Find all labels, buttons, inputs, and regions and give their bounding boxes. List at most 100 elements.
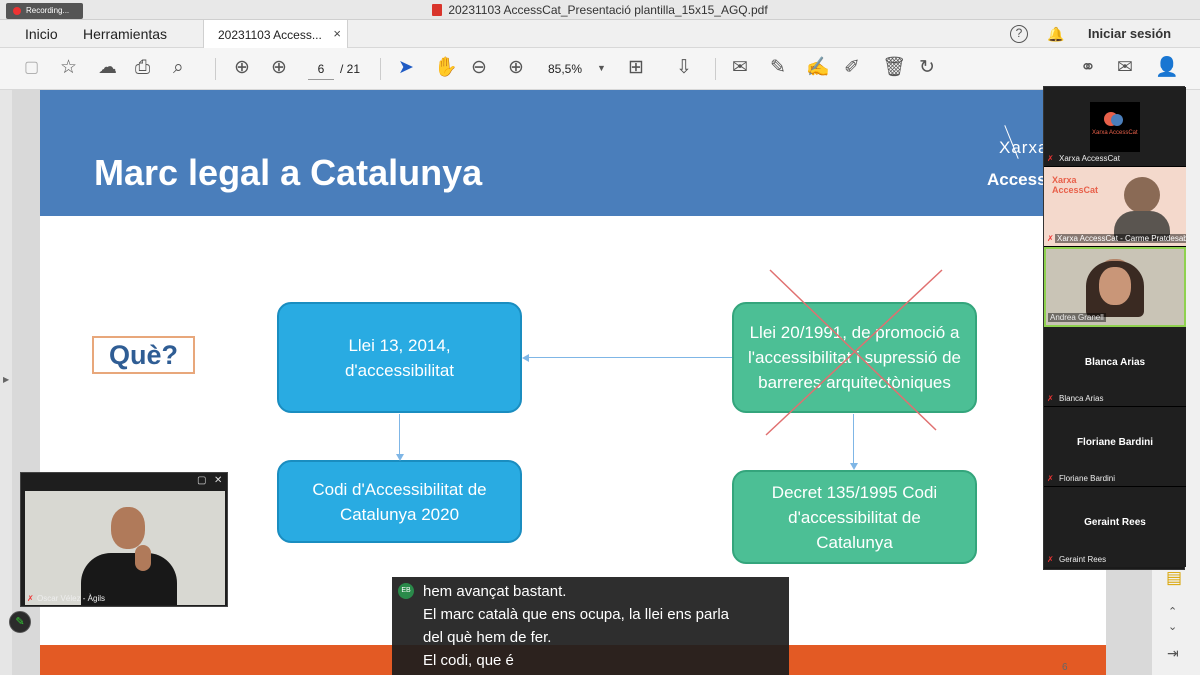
interpreter-hand — [135, 545, 151, 571]
participant-name: Floriane Bardini — [1059, 474, 1116, 483]
caption-line: El codi, que é — [423, 652, 514, 669]
help-icon[interactable]: ? — [1010, 25, 1028, 43]
participant-display-name: Floriane Bardini — [1076, 437, 1154, 448]
participant-tile[interactable]: Xarxa AccessCat ✗ Xarxa AccessCat — [1044, 87, 1186, 167]
add-user-icon[interactable]: 👤 — [1155, 58, 1179, 78]
participant-display-name: Blanca Arias — [1084, 357, 1146, 368]
zoom-out-icon[interactable]: ⊖ — [471, 58, 487, 78]
participant-tile[interactable]: Xarxa AccessCat ✗ Xarxa AccessCat - Carm… — [1044, 167, 1186, 247]
participant-tile[interactable]: Blanca Arias ✗ Blanca Arias — [1044, 327, 1186, 407]
maximize-icon[interactable]: ▢ — [197, 475, 206, 486]
logo-text: Xarxa AccessCat — [1092, 130, 1138, 136]
slide-page-number: 6 — [1062, 662, 1068, 673]
star-icon[interactable]: ☆ — [60, 58, 77, 78]
window-titlebar: Recording... 20231103 AccessCat_Presenta… — [0, 0, 1200, 20]
toolbar-separator — [715, 58, 716, 80]
upload-cloud-icon[interactable]: ☁ — [98, 58, 117, 78]
slide-title: Marc legal a Catalunya — [94, 152, 483, 193]
caption-line: hem avançat bastant. — [423, 583, 567, 600]
participant-name: Xarxa AccessCat - Carme Pratdesaba — [1055, 234, 1186, 243]
participant-tile[interactable]: Floriane Bardini ✗ Floriane Bardini — [1044, 407, 1186, 487]
save-icon[interactable]: ▢ — [24, 58, 39, 78]
collapse-pane-icon[interactable]: ⇥ — [1167, 645, 1179, 662]
caption-line: del què hem de fer. — [423, 629, 552, 646]
tab-label: 20231103 Access... — [218, 28, 322, 42]
chevron-up-icon[interactable]: ⌃ — [1168, 605, 1177, 618]
rotate-icon[interactable]: ↻ — [919, 58, 935, 78]
menu-bar: Inicio Herramientas ? 🔔 Iniciar sesión — [0, 20, 1200, 48]
email-icon[interactable]: ✉ — [1117, 58, 1133, 78]
muted-mic-icon: ✗ — [1047, 154, 1054, 163]
muted-mic-icon: ✗ — [1047, 234, 1054, 243]
toolbar-separator — [380, 58, 381, 80]
fill-sign-icon[interactable]: ✐ — [844, 58, 860, 78]
muted-mic-icon: ✗ — [1047, 474, 1054, 483]
box-decret-135-1995: Decret 135/1995 Codi d'accessibilitat de… — [732, 470, 977, 564]
arrow-llei13-to-codi — [399, 414, 400, 454]
muted-mic-icon: ✗ — [27, 594, 34, 603]
expand-arrow-icon[interactable]: ▶ — [3, 375, 9, 384]
participant-name: Xarxa AccessCat — [1059, 154, 1120, 163]
arrowhead-left — [522, 354, 529, 362]
box-codi-2020: Codi d'Accessibilitat de Catalunya 2020 — [277, 460, 522, 543]
tab-close-icon[interactable]: × — [333, 26, 341, 41]
pdf-file-icon — [432, 4, 443, 16]
pdf-toolbar: ▢ ☆ ☁ ⎙ ⌕ ⊕ ⊕ 6 / 21 ➤ ✋ ⊖ ⊕ 85,5% ▼ ⊞ ⇩… — [0, 48, 1200, 90]
zoom-level-select[interactable]: 85,5% — [548, 62, 582, 76]
highlight-pen-icon[interactable]: ✎ — [770, 58, 786, 78]
participant-logo-text: Xarxa AccessCat — [1052, 175, 1099, 195]
scroll-mode-icon[interactable]: ⇩ — [676, 58, 692, 78]
draw-icon[interactable]: ✍ — [806, 58, 830, 78]
chevron-down-icon[interactable]: ▼ — [597, 63, 606, 73]
annotate-pencil-icon[interactable]: ✎ — [9, 611, 31, 633]
interpreter-video — [25, 491, 225, 605]
select-cursor-icon[interactable]: ➤ — [398, 58, 414, 78]
muted-mic-icon: ✗ — [1047, 555, 1054, 564]
menu-home[interactable]: Inicio — [25, 26, 58, 42]
participant-video — [1124, 177, 1160, 213]
chevron-down-icon[interactable]: ⌄ — [1168, 620, 1177, 633]
participant-tile[interactable]: Geraint Rees ✗ Geraint Rees — [1044, 487, 1186, 567]
comment-icon[interactable]: ✉ — [732, 58, 748, 78]
page-total: / 21 — [340, 62, 361, 76]
document-tab[interactable]: 20231103 Access... × — [203, 20, 348, 48]
page-number-input[interactable]: 6 — [308, 58, 334, 80]
participant-tile-active-speaker[interactable]: Andrea Granell — [1044, 247, 1186, 327]
left-nav-pane[interactable]: ▶ — [0, 90, 12, 675]
next-page-icon[interactable]: ⊕ — [271, 58, 287, 78]
muted-mic-icon: ✗ — [1047, 394, 1054, 403]
trash-icon[interactable]: 🗑 — [882, 58, 906, 78]
close-icon[interactable]: ✕ — [214, 475, 222, 486]
participant-video — [1099, 267, 1131, 305]
participant-logo: Xarxa AccessCat — [1090, 102, 1140, 152]
participants-gallery: Xarxa AccessCat ✗ Xarxa AccessCat Xarxa … — [1043, 86, 1186, 570]
participant-name: Geraint Rees — [1059, 555, 1107, 564]
participant-name: Blanca Arias — [1059, 394, 1104, 403]
export-pdf-icon[interactable]: ▤ — [1166, 568, 1182, 588]
question-label: Què? — [92, 336, 195, 374]
arrowhead-down — [850, 463, 858, 470]
zoom-search-icon[interactable]: ⌕ — [173, 58, 184, 78]
arrow-llei20-to-llei13 — [528, 357, 732, 358]
interpreter-head — [111, 507, 145, 549]
logo-text-top: Xarxa — [999, 138, 1049, 157]
zoom-in-icon[interactable]: ⊕ — [508, 58, 524, 78]
logo-circle — [1111, 114, 1123, 126]
menu-tools[interactable]: Herramientas — [83, 26, 167, 42]
interpreter-name: Oscar Vélez - Àgils — [37, 594, 106, 603]
print-icon[interactable]: ⎙ — [135, 58, 150, 78]
caption-line: El marc català que ens ocupa, la llei en… — [423, 606, 730, 623]
previous-page-icon[interactable]: ⊕ — [234, 58, 250, 78]
participant-display-name: Geraint Rees — [1084, 517, 1146, 528]
sign-in-button[interactable]: Iniciar sesión — [1088, 26, 1171, 41]
window-title: 20231103 AccessCat_Presentació plantilla… — [448, 3, 768, 17]
hand-pan-icon[interactable]: ✋ — [434, 58, 458, 78]
interpreter-video-window[interactable]: ▢ ✕ ✗ Oscar Vélez - Àgils — [20, 472, 228, 607]
bell-icon[interactable]: 🔔 — [1047, 26, 1064, 43]
share-link-icon[interactable]: ⚭ — [1080, 58, 1096, 78]
box-llei-13: Llei 13, 2014, d'accessibilitat — [277, 302, 522, 413]
arrowhead-down — [396, 454, 404, 461]
speaker-avatar: EB — [398, 583, 414, 599]
live-caption-box: EB hem avançat bastant. El marc català q… — [392, 577, 789, 675]
page-fit-icon[interactable]: ⊞ — [628, 58, 644, 78]
